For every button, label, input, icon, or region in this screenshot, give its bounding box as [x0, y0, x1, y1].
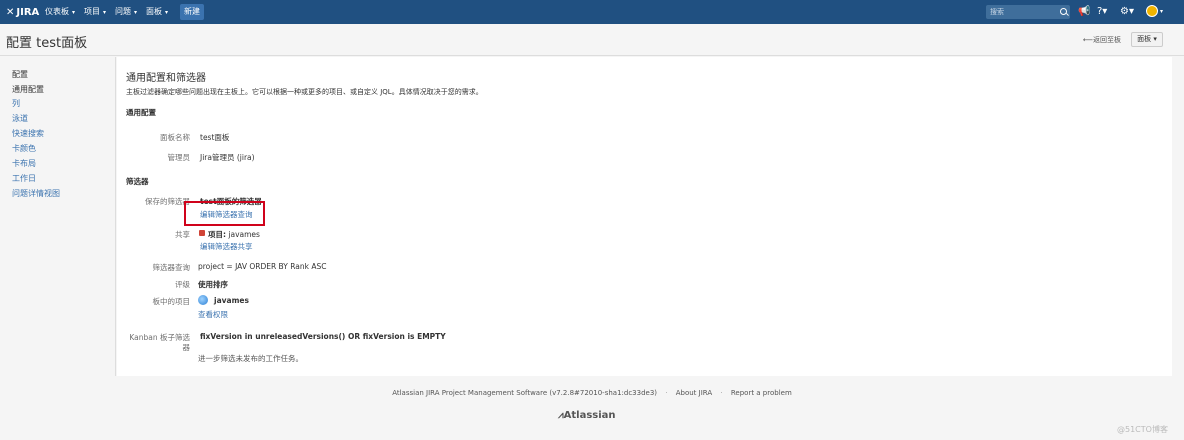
notification-icon[interactable]: 📢 [1078, 5, 1090, 19]
sidebar-item-issue-detail-view[interactable]: 问题详情视图 [12, 188, 60, 199]
nav-projects[interactable]: 项目 ▾ [84, 4, 106, 20]
kanban-filter-label: Kanban 板子筛选 [129, 333, 190, 342]
footer-about-link[interactable]: About JIRA [676, 389, 712, 397]
top-navigation: ✕ JIRA 仪表板 ▾ 项目 ▾ 问题 ▾ 面板 ▾ 新建 搜索 📢 ?▾ ⚙▾ ▾ [0, 0, 1184, 24]
share-value: 项目: javames [208, 230, 260, 239]
search-icon[interactable] [1060, 8, 1067, 15]
search-input[interactable]: 搜索 [986, 5, 1070, 19]
jira-logo[interactable]: ✕ JIRA [6, 4, 39, 20]
search-placeholder: 搜索 [990, 8, 1004, 16]
chevron-down-icon: ▾ [72, 9, 76, 16]
lock-icon [199, 230, 205, 236]
watermark: @51CTO博客 [1117, 425, 1168, 434]
nav-issues[interactable]: 问题 ▾ [115, 4, 137, 20]
edit-filter-share-link[interactable]: 编辑筛选器共享 [200, 241, 253, 252]
chevron-down-icon: ▾ [1153, 35, 1157, 43]
sidebar-item-general[interactable]: 通用配置 [12, 84, 44, 95]
ranking-label: 评级 [175, 280, 190, 289]
share-label: 共享 [175, 230, 190, 239]
administrator-value: Jira管理员 (jira) [200, 153, 255, 162]
kanban-filter-value: fixVersion in unreleasedVersions() OR fi… [200, 332, 446, 341]
filter-section-heading: 筛选器 [126, 177, 149, 186]
nav-boards[interactable]: 面板 ▾ [146, 4, 168, 20]
help-icon[interactable]: ?▾ [1097, 5, 1107, 19]
create-button[interactable]: 新建 [180, 4, 204, 20]
config-sidebar: 配置 通用配置 列 泳道 快速搜索 卡颜色 卡布局 工作日 问题详情视图 [0, 57, 116, 376]
sidebar-item-working-days[interactable]: 工作日 [12, 173, 36, 184]
sidebar-item-swimlanes[interactable]: 泳道 [12, 113, 28, 124]
ranking-value: 使用排序 [198, 280, 228, 289]
page-header: 配置 test面板 ⟵返回至板 面板 ▾ [0, 24, 1184, 56]
footer-software-link[interactable]: Atlassian JIRA Project Management Softwa… [392, 389, 657, 397]
footer-report-link[interactable]: Report a problem [731, 389, 792, 397]
atlassian-logo: ⩘Atlassian [558, 410, 616, 421]
sidebar-item-quick-filters[interactable]: 快速搜索 [12, 128, 44, 139]
jira-logo-text: JIRA [16, 6, 40, 18]
view-permissions-link[interactable]: 查看权限 [198, 309, 228, 320]
filter-query-value: project = JAV ORDER BY Rank ASC [198, 262, 327, 271]
chevron-down-icon: ▾ [134, 9, 138, 16]
main-content: 通用配置和筛选器 主板过滤器确定哪些问题出现在主板上。它可以根据一种或更多的项目… [117, 57, 1172, 376]
settings-icon[interactable]: ⚙▾ [1120, 5, 1134, 19]
page-footer: Atlassian JIRA Project Management Softwa… [0, 376, 1184, 440]
highlight-box [184, 201, 265, 226]
section-description: 主板过滤器确定哪些问题出现在主板上。它可以根据一种或更多的项目、或自定义 JQL… [126, 88, 483, 96]
sidebar-item-card-colors[interactable]: 卡颜色 [12, 143, 36, 154]
jira-logo-icon: ✕ [6, 6, 15, 18]
sidebar-item-columns[interactable]: 列 [12, 98, 20, 109]
chevron-down-icon: ▾ [103, 9, 107, 16]
project-avatar-icon [198, 295, 208, 305]
back-to-board-link[interactable]: ⟵返回至板 [1083, 35, 1121, 45]
general-section-heading: 通用配置 [126, 108, 156, 117]
administrator-label: 管理员 [167, 153, 191, 162]
footer-separator: · [665, 389, 668, 397]
projects-in-board-label: 板中的项目 [152, 297, 191, 306]
sidebar-item-card-layout[interactable]: 卡布局 [12, 158, 36, 169]
user-avatar[interactable] [1146, 5, 1158, 17]
filter-query-label: 筛选器查询 [152, 263, 191, 272]
page-title: 配置 test面板 [6, 36, 88, 51]
section-title: 通用配置和筛选器 [126, 73, 206, 84]
footer-separator: · [720, 389, 723, 397]
chevron-down-icon: ▾ [165, 9, 169, 16]
arrow-left-icon: ⟵ [1083, 36, 1094, 44]
board-dropdown-button[interactable]: 面板 ▾ [1131, 32, 1163, 47]
board-name-value: test面板 [200, 133, 230, 142]
project-name-value: javames [214, 296, 249, 305]
chevron-down-icon[interactable]: ▾ [1160, 5, 1163, 19]
kanban-filter-hint: 进一步筛选未发布的工作任务。 [198, 354, 303, 363]
kanban-filter-label-continued: 器 [182, 343, 191, 352]
board-name-label: 面板名称 [160, 133, 190, 142]
nav-dashboards[interactable]: 仪表板 ▾ [45, 4, 75, 20]
footer-links: Atlassian JIRA Project Management Softwa… [0, 389, 1184, 397]
sidebar-heading: 配置 [12, 70, 28, 79]
